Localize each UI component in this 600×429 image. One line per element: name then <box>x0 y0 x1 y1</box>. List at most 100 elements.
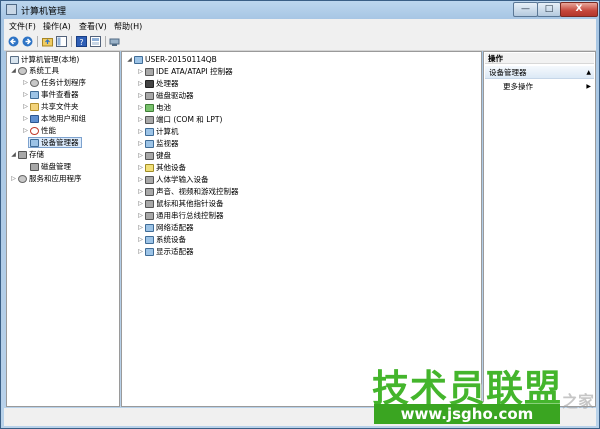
console-tree-pane[interactable]: 计算机管理(本地) ◢ 系统工具 ▷ 任务计划程序 ▷ 事件查看器 ▷ 共享文件夹 ▷ 本… <box>6 51 120 407</box>
device-category-system-devices[interactable]: ▷ 系统设备 <box>137 235 186 245</box>
battery-icon <box>145 104 154 112</box>
device-category-hid[interactable]: ▷ 人体学输入设备 <box>137 175 209 185</box>
actions-section-device-manager[interactable]: 设备管理器 ▲ <box>485 66 594 79</box>
expand-arrow-icon[interactable]: ▷ <box>137 175 144 185</box>
expand-arrow-icon[interactable]: ▷ <box>137 67 144 77</box>
keyboard-icon <box>145 152 154 160</box>
device-category-disk-drives[interactable]: ▷ 磁盘驱动器 <box>137 91 194 101</box>
processor-icon <box>145 80 154 88</box>
expand-arrow-icon[interactable]: ▷ <box>22 114 29 124</box>
device-category-sound[interactable]: ▷ 声音、视频和游戏控制器 <box>137 187 239 197</box>
svg-text:?: ? <box>79 38 83 47</box>
device-category-computer[interactable]: ▷ 计算机 <box>137 127 179 137</box>
display-adapter-icon <box>145 248 154 256</box>
expand-arrow-icon[interactable]: ▷ <box>137 223 144 233</box>
performance-icon <box>30 127 39 135</box>
watermark-url: www.jsgho.com <box>374 404 560 424</box>
actions-header: 操作 <box>485 53 594 64</box>
computer-icon <box>145 128 154 136</box>
tree-item-event-viewer[interactable]: ▷ 事件查看器 <box>22 90 79 100</box>
device-category-other-devices[interactable]: ▷ 其他设备 <box>137 163 186 173</box>
clock-icon <box>30 79 39 87</box>
more-actions-item[interactable]: 更多操作 ▶ <box>503 82 593 92</box>
device-category-processor[interactable]: ▷ 处理器 <box>137 79 179 89</box>
expand-arrow-icon[interactable]: ▷ <box>137 79 144 89</box>
device-category-monitors[interactable]: ▷ 监视器 <box>137 139 179 149</box>
window-title: 计算机管理 <box>21 7 67 17</box>
collapse-up-icon[interactable]: ▲ <box>586 66 591 79</box>
collapse-arrow-icon[interactable]: ◢ <box>10 66 17 76</box>
menu-file[interactable]: 文件(F) <box>9 21 36 32</box>
menu-help[interactable]: 帮助(H) <box>114 21 142 32</box>
expand-arrow-icon[interactable]: ▷ <box>137 151 144 161</box>
tree-item-storage[interactable]: ◢ 存储 <box>10 150 44 160</box>
expand-arrow-icon[interactable]: ▷ <box>10 174 17 184</box>
tree-item-performance[interactable]: ▷ 性能 <box>22 126 56 136</box>
expand-arrow-icon[interactable]: ▷ <box>137 187 144 197</box>
tree-item-computer-management[interactable]: 计算机管理(本地) <box>9 55 79 65</box>
expand-arrow-icon[interactable]: ▷ <box>137 211 144 221</box>
console-tree-icon[interactable] <box>56 36 67 47</box>
toolbar: ? <box>4 33 596 51</box>
forward-icon[interactable] <box>22 36 33 47</box>
tree-item-device-manager[interactable]: 设备管理器 <box>22 137 82 148</box>
collapse-arrow-icon[interactable]: ◢ <box>126 55 133 65</box>
expand-arrow-icon[interactable]: ▷ <box>22 126 29 136</box>
ide-controller-icon <box>145 68 154 76</box>
tree-item-services-applications[interactable]: ▷ 服务和应用程序 <box>10 174 82 184</box>
computer-management-icon <box>10 56 19 64</box>
tools-icon <box>18 67 27 75</box>
tree-item-shared-folders[interactable]: ▷ 共享文件夹 <box>22 102 79 112</box>
expand-arrow-icon[interactable]: ▷ <box>137 235 144 245</box>
expand-arrow-icon[interactable]: ▷ <box>137 163 144 173</box>
device-category-mice[interactable]: ▷ 鼠标和其他指针设备 <box>137 199 224 209</box>
view-icon[interactable] <box>90 36 101 47</box>
back-icon[interactable] <box>8 36 19 47</box>
tree-item-task-scheduler[interactable]: ▷ 任务计划程序 <box>22 78 86 88</box>
tree-item-disk-management[interactable]: 磁盘管理 <box>22 162 71 172</box>
expand-arrow-icon[interactable]: ▷ <box>137 127 144 137</box>
device-category-battery[interactable]: ▷ 电池 <box>137 103 171 113</box>
storage-icon <box>18 151 27 159</box>
menu-bar: 文件(F) 操作(A) 查看(V) 帮助(H) <box>4 19 596 33</box>
device-category-usb[interactable]: ▷ 通用串行总线控制器 <box>137 211 224 221</box>
expand-arrow-icon[interactable]: ▷ <box>22 78 29 88</box>
title-bar[interactable]: 计算机管理 — □ X <box>1 1 599 19</box>
help-icon[interactable]: ? <box>76 36 87 47</box>
expand-arrow-icon[interactable]: ▷ <box>22 102 29 112</box>
toolbar-separator <box>71 36 72 47</box>
maximize-button[interactable]: □ <box>537 2 561 17</box>
device-tree-pane[interactable]: ◢ USER-20150114QB ▷ IDE ATA/ATAPI 控制器 ▷ 处理器… <box>121 51 482 407</box>
menu-view[interactable]: 查看(V) <box>79 21 107 32</box>
expand-arrow-icon[interactable]: ▷ <box>137 115 144 125</box>
device-root[interactable]: ◢ USER-20150114QB <box>126 55 217 65</box>
disk-management-icon <box>30 163 39 171</box>
collapse-arrow-icon[interactable]: ◢ <box>10 150 17 160</box>
system-devices-icon <box>145 236 154 244</box>
up-folder-icon[interactable] <box>42 36 53 47</box>
expand-arrow-icon[interactable]: ▷ <box>137 247 144 257</box>
close-button[interactable]: X <box>560 2 598 17</box>
toolbar-separator <box>37 36 38 47</box>
computer-icon <box>134 56 143 64</box>
expand-arrow-icon[interactable]: ▷ <box>137 199 144 209</box>
tree-item-local-users[interactable]: ▷ 本地用户和组 <box>22 114 86 124</box>
sound-icon <box>145 188 154 196</box>
hid-icon <box>145 176 154 184</box>
expand-arrow-icon[interactable]: ▷ <box>137 103 144 113</box>
tree-item-system-tools[interactable]: ◢ 系统工具 <box>10 66 59 76</box>
network-adapter-icon <box>145 224 154 232</box>
expand-arrow-icon[interactable]: ▷ <box>22 90 29 100</box>
expand-arrow-icon[interactable]: ▷ <box>137 139 144 149</box>
device-category-keyboards[interactable]: ▷ 键盘 <box>137 151 171 161</box>
expand-arrow-icon[interactable]: ▷ <box>137 91 144 101</box>
minimize-button[interactable]: — <box>513 2 538 17</box>
port-icon <box>145 116 154 124</box>
device-category-ide[interactable]: ▷ IDE ATA/ATAPI 控制器 <box>137 67 233 77</box>
device-category-network-adapters[interactable]: ▷ 网络适配器 <box>137 223 194 233</box>
menu-action[interactable]: 操作(A) <box>43 21 71 32</box>
device-category-ports[interactable]: ▷ 端口 (COM 和 LPT) <box>137 115 222 125</box>
computer-management-app-icon <box>6 4 17 15</box>
device-category-display-adapters[interactable]: ▷ 显示适配器 <box>137 247 194 257</box>
device-icon[interactable] <box>109 36 120 47</box>
